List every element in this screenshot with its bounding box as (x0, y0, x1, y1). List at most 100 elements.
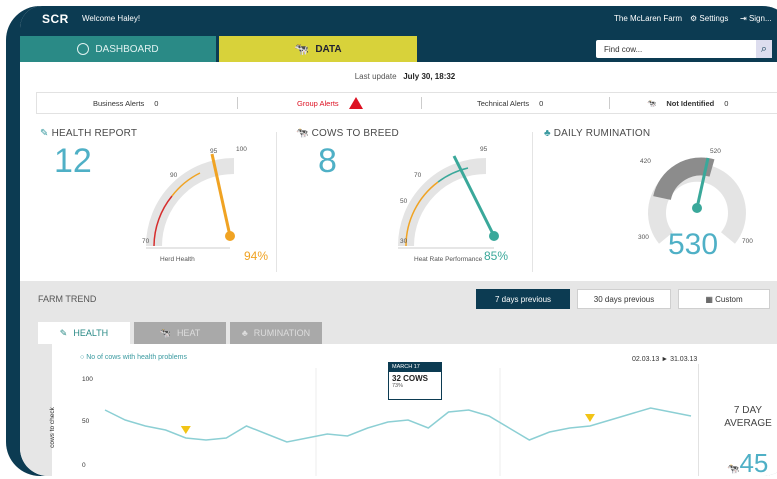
not-identified[interactable]: 🐄 Not Identified 0 (647, 93, 728, 113)
health-report-value[interactable]: 12 (54, 142, 92, 181)
technical-alerts-count: 0 (539, 98, 544, 108)
y-tick: 100 (82, 376, 93, 383)
farm-trend-title: FARM TREND (38, 294, 97, 304)
custom-label: Custom (715, 294, 743, 304)
cow-icon: 🐄 (296, 128, 309, 139)
welcome-text: Welcome Haley! (82, 14, 141, 23)
app-screen: SCR Welcome Haley! The McLaren Farm ⚙ Se… (20, 6, 777, 476)
technical-alerts-label: Technical Alerts (477, 98, 530, 108)
alerts-bar: Business Alerts 0 Group Alerts Technical… (36, 92, 777, 114)
alert-marker[interactable] (584, 414, 595, 422)
range-7-days-button[interactable]: 7 days previous (476, 289, 570, 309)
subtab-health-label: HEALTH (73, 328, 109, 338)
divider (609, 97, 610, 109)
cow-icon: 🐄 (727, 464, 740, 475)
breed-tick: 95 (480, 146, 488, 153)
tooltip-percent: 73% (392, 383, 404, 389)
cow-icon: 🐄 (159, 327, 171, 338)
health-tick: 70 (142, 238, 150, 245)
tab-data-label: DATA (315, 43, 342, 55)
seven-day-average: 7 DAY AVERAGE 🐄45 (698, 364, 777, 476)
top-bar: SCR Welcome Haley! The McLaren Farm ⚙ Se… (20, 6, 777, 36)
y-tick: 0 (82, 462, 86, 469)
cows-to-breed-value[interactable]: 8 (318, 142, 337, 181)
exit-icon: ⇥ (740, 14, 747, 23)
average-label: 7 DAY AVERAGE (713, 404, 777, 430)
subtab-rumination-label: RUMINATION (253, 328, 311, 338)
subtab-heat[interactable]: 🐄 HEAT (134, 322, 226, 344)
technical-alerts[interactable]: Technical Alerts 0 (477, 93, 543, 113)
breed-gauge (398, 155, 499, 249)
last-update-value: July 30, 18:32 (403, 72, 456, 81)
cows-to-breed-title: 🐄 COWS TO BREED (296, 128, 399, 139)
gauge-icon (77, 43, 90, 55)
range-custom-button[interactable]: ▦ Custom (678, 289, 770, 309)
rumination-tick: 520 (710, 148, 721, 155)
app-logo: SCR (42, 12, 69, 26)
average-label-line-2: AVERAGE (724, 418, 772, 429)
settings-label: Settings (699, 14, 729, 23)
signout-link[interactable]: ⇥ Sign... (740, 14, 772, 23)
warning-icon (348, 97, 363, 109)
average-number: 45 (739, 448, 769, 476)
tooltip-date: MARCH 17 (389, 363, 441, 372)
subtab-health[interactable]: ✎ HEALTH (38, 322, 130, 344)
signout-label: Sign... (748, 14, 772, 23)
farm-name[interactable]: The McLaren Farm (614, 14, 682, 23)
health-tick: 90 (170, 172, 178, 179)
group-alerts-label: Group Alerts (297, 98, 339, 108)
business-alerts-count: 0 (154, 98, 159, 108)
health-gauge-label: Herd Health (160, 256, 195, 263)
search-input[interactable]: Find cow... (604, 45, 642, 54)
main-tabs: DASHBOARD 🐄 DATA Find cow... ⌕ (20, 36, 777, 62)
breed-tick: 50 (400, 198, 408, 205)
daily-rumination-title: ♣ DAILY RUMINATION (544, 128, 650, 139)
tab-data[interactable]: 🐄 DATA (219, 36, 417, 62)
last-update-label: Last update (354, 72, 397, 81)
legend-label: No of cows with health problems (86, 354, 187, 361)
daily-rumination-value[interactable]: 530 (668, 228, 718, 262)
y-tick: 50 (82, 418, 90, 425)
last-update: Last update July 30, 18:32 (20, 72, 777, 81)
chart-tooltip: MARCH 17 32 COWS 73% (388, 362, 442, 400)
alert-marker[interactable] (180, 426, 191, 434)
search-icon[interactable]: ⌕ (756, 40, 772, 58)
leaf-icon: ♣ (544, 128, 551, 139)
settings-link[interactable]: ⚙ Settings (690, 14, 728, 23)
cow-icon: 🐄 (294, 42, 310, 56)
trend-series-line (104, 407, 692, 443)
tooltip-count: 32 COWS (392, 374, 429, 383)
tab-dashboard-label: DASHBOARD (95, 43, 159, 55)
breed-gauge-label: Heat Rate Performance (414, 256, 483, 263)
daily-rumination-label: DAILY RUMINATION (553, 128, 651, 139)
business-alerts[interactable]: Business Alerts 0 (93, 93, 158, 113)
tab-dashboard[interactable]: DASHBOARD (20, 36, 216, 62)
divider (237, 97, 238, 109)
calendar-icon: ▦ (705, 294, 713, 304)
not-identified-count: 0 (724, 98, 729, 108)
breed-tick: 70 (414, 172, 422, 179)
device-frame: SCR Welcome Haley! The McLaren Farm ⚙ Se… (6, 6, 777, 476)
average-label-line-1: 7 DAY (733, 405, 763, 416)
health-gauge (146, 153, 235, 249)
health-report-title: ✎ HEALTH REPORT (40, 128, 137, 139)
average-value: 🐄45 (727, 448, 768, 476)
breed-tick: 30 (400, 238, 408, 245)
cow-search: Find cow... ⌕ (596, 40, 772, 58)
cows-to-breed-label: COWS TO BREED (311, 128, 399, 139)
health-percent: 94% (244, 249, 269, 263)
cow-icon: 🐄 (647, 98, 657, 108)
gear-icon: ⚙ (690, 14, 698, 23)
divider (276, 132, 277, 272)
date-range[interactable]: 02.03.13 ► 31.03.13 (632, 356, 697, 363)
not-identified-label: Not Identified (666, 98, 715, 108)
breed-percent: 85% (484, 249, 509, 263)
group-alerts[interactable]: Group Alerts (297, 93, 363, 113)
health-icon: ✎ (40, 128, 49, 139)
divider (421, 97, 422, 109)
subtab-rumination[interactable]: ♣ RUMINATION (230, 322, 322, 344)
rumination-tick: 420 (640, 158, 651, 165)
range-30-days-button[interactable]: 30 days previous (577, 289, 671, 309)
health-report-label: HEALTH REPORT (51, 128, 138, 139)
trend-chart-area: ○ No of cows with health problems 02.03.… (49, 344, 777, 476)
